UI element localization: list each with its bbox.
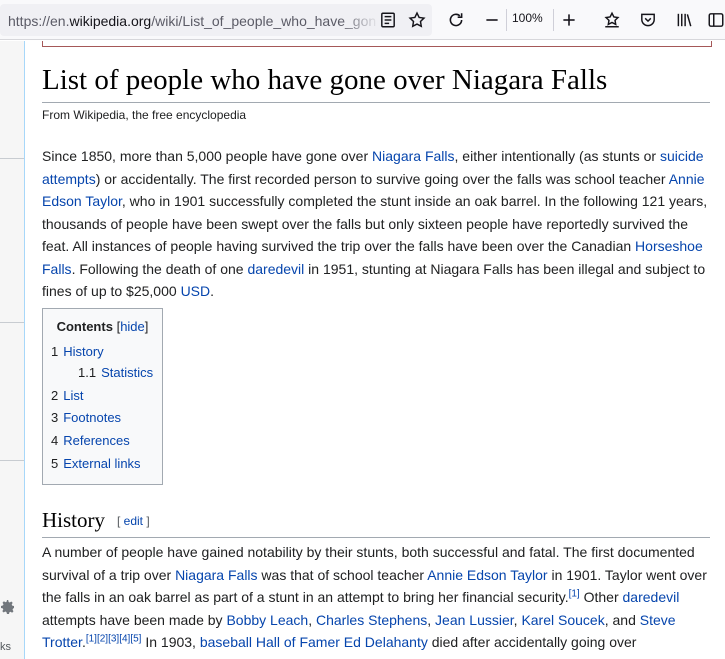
text-run: . [210,283,215,299]
reader-view-icon[interactable] [376,8,400,32]
toc-item-list[interactable]: 2 List [51,388,83,403]
site-tagline: From Wikipedia, the free encyclopedia [42,108,247,122]
section-heading-history: History[ edit ] [42,506,710,538]
separator [506,9,507,31]
citation-link[interactable]: [3] [108,633,119,644]
sidebar-partial-link[interactable]: ks [0,641,11,653]
library-icon[interactable] [672,8,696,32]
wiki-link[interactable]: baseball Hall of Famer Ed Delahanty [200,634,428,650]
citation-link[interactable]: [1] [569,588,580,599]
url-text[interactable]: https://en.wikipedia.org/wiki/List_of_pe… [8,13,376,29]
toc-item-history[interactable]: 1 History [51,344,104,359]
intro-paragraph: Since 1850, more than 5,000 people have … [42,145,710,303]
bookmark-star-icon[interactable] [405,8,429,32]
citation-link[interactable]: [1] [86,633,97,644]
citation[interactable]: [5] [130,633,141,644]
wiki-link[interactable]: Karel Soucek [521,612,604,628]
text-run: was that of school teacher [257,566,428,583]
toc-hide-link[interactable]: hide [120,319,145,334]
citation-link[interactable]: [5] [130,633,141,644]
toc-item-footnotes[interactable]: 3 Footnotes [51,410,121,425]
url-fade [340,8,380,32]
wiki-link[interactable]: Niagara Falls [372,148,454,164]
text-run: , either intentionally (as stunts or [454,148,660,164]
sidebar-divider [0,460,24,461]
sidebar-toggle-icon[interactable] [704,8,725,32]
citation[interactable]: [1] [569,588,580,599]
text-run: , [308,611,316,628]
pocket-save-icon[interactable] [600,8,624,32]
citation[interactable]: [1] [86,633,97,644]
zoom-out-icon[interactable] [480,8,504,32]
page-title: List of people who have gone over Niagar… [42,61,710,103]
citation[interactable]: [3] [108,633,119,644]
wiki-link[interactable]: Charles Stephens [316,612,427,628]
toc-item-references[interactable]: 4 References [51,433,130,448]
text-run: attempts have been made by [42,611,227,628]
wiki-link[interactable]: Annie Edson Taylor [427,567,547,583]
citation-link[interactable]: [2] [97,633,108,644]
toc-item-statistics[interactable]: 1.1 Statistics [78,365,153,380]
wiki-link[interactable]: Jean Lussier [435,612,514,628]
reload-icon[interactable] [444,8,468,32]
pocket-icon[interactable] [636,8,660,32]
sidebar-divider [0,322,24,323]
gear-icon[interactable] [0,599,16,615]
zoom-level[interactable]: 100% [512,11,543,25]
notice-banner-edge [42,41,712,47]
wiki-link[interactable]: Niagara Falls [175,567,257,583]
text-run: , who in 1901 successfully completed the… [42,193,708,254]
toc-title: Contents [hide] [56,319,149,334]
text-run: Other [579,589,623,605]
toc-item-external-links[interactable]: 5 External links [51,456,141,471]
text-run: died after accidentally going over [427,634,637,650]
text-run: Since 1850, more than 5,000 people have … [42,148,373,164]
url-bar[interactable]: https://en.wikipedia.org/wiki/List_of_pe… [0,4,432,36]
text-run: ) or accidentally. The first recorded pe… [95,170,669,187]
text-run: In 1903, [141,634,200,650]
wiki-sidebar: ks [0,41,25,659]
wiki-link[interactable]: USD [181,283,211,299]
browser-toolbar: https://en.wikipedia.org/wiki/List_of_pe… [0,0,725,40]
sidebar-divider [0,158,24,159]
citation[interactable]: [4] [119,633,130,644]
zoom-in-icon[interactable] [557,8,581,32]
article-content: List of people who have gone over Niagar… [26,41,725,659]
section-edit: [ edit ] [117,514,150,528]
wiki-link[interactable]: Bobby Leach [226,612,308,628]
text-run: , and [604,611,640,628]
citation-link[interactable]: [4] [119,633,130,644]
edit-link[interactable]: edit [124,514,143,528]
wiki-link[interactable]: daredevil [623,589,680,605]
wiki-link[interactable]: daredevil [247,261,304,277]
separator [553,9,554,31]
history-paragraph: A number of people have gained notabilit… [42,541,710,654]
citation[interactable]: [2] [97,633,108,644]
text-run: . Following the death of one [71,260,248,277]
table-of-contents: Contents [hide] 1 History 1.1 Statistics 2… [42,308,163,485]
text-run: , [427,611,436,628]
